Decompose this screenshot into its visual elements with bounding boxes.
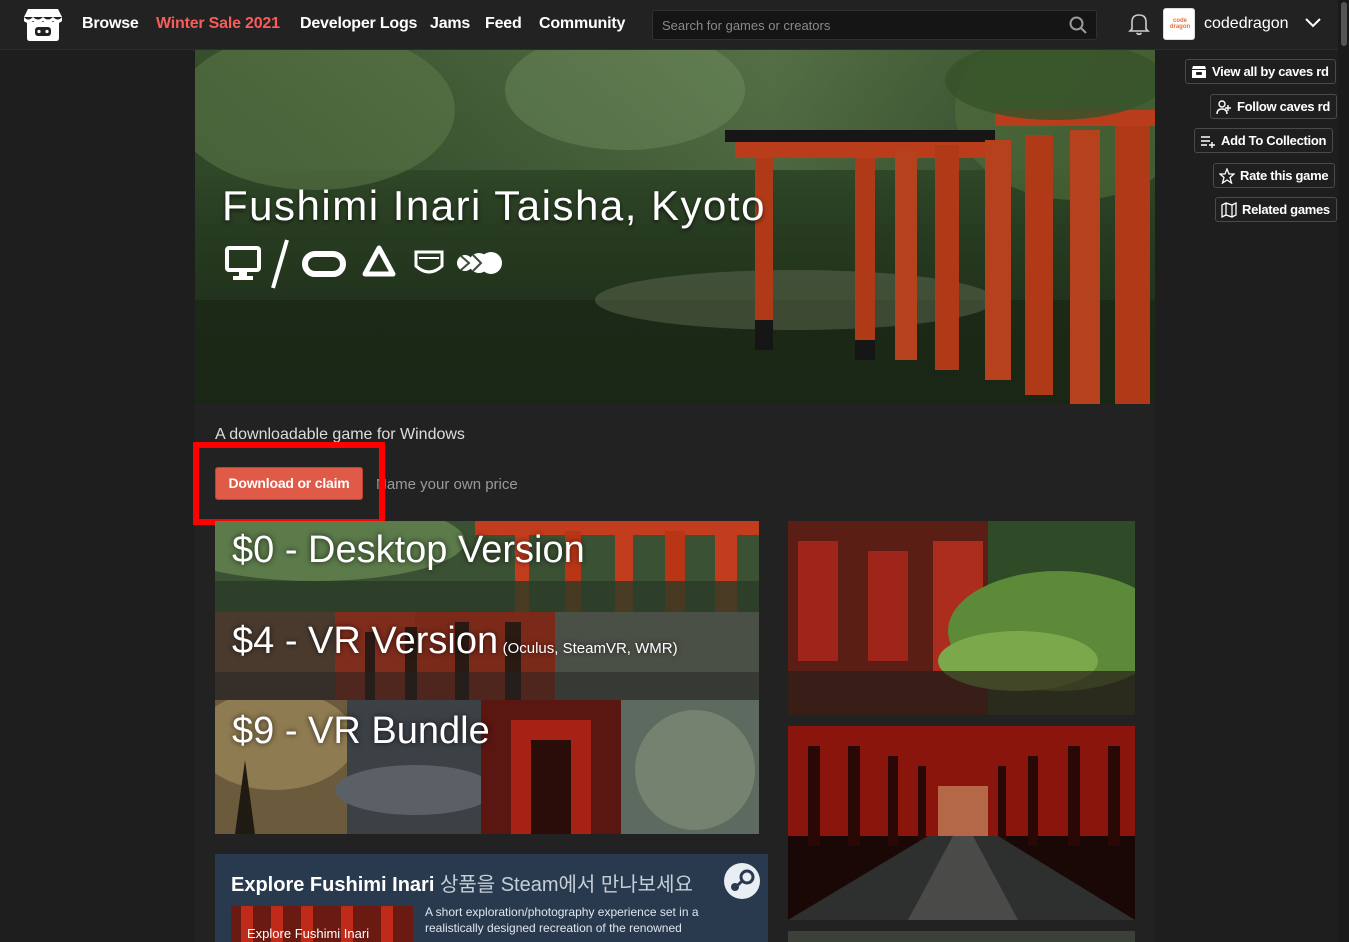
follow-creator-button[interactable]: Follow caves rd — [1210, 94, 1338, 119]
tier-vr-bundle[interactable]: $9 - VR Bundle — [215, 700, 759, 834]
tier-note: (Oculus, SteamVR, WMR) — [502, 640, 678, 657]
star-icon — [1219, 167, 1235, 184]
nav-browse[interactable]: Browse — [82, 15, 139, 33]
price-note: Name your own price — [376, 476, 518, 493]
nav-jams[interactable]: Jams — [430, 15, 470, 33]
action-label: View all by caves rd — [1212, 64, 1329, 79]
search-icon[interactable] — [1068, 15, 1088, 35]
screenshot-3[interactable] — [788, 930, 1135, 942]
nav-developer-logs[interactable]: Developer Logs — [300, 15, 417, 33]
steam-thumbnail-label: Explore Fushimi Inari — [247, 926, 370, 941]
tier-label: $4 - VR Version (Oculus, SteamVR, WMR) — [232, 620, 678, 663]
tier-price: $9 - VR Bundle — [232, 710, 490, 752]
playlist-add-icon — [1201, 135, 1215, 148]
user-plus-icon — [1216, 99, 1231, 114]
scrollbar[interactable] — [1338, 0, 1349, 942]
steam-title-ko: 상품을 Steam에서 만나보세요 — [439, 874, 693, 896]
steam-icon[interactable] — [723, 862, 761, 900]
search-box — [652, 10, 1097, 40]
nav-feed[interactable]: Feed — [485, 15, 522, 33]
username[interactable]: codedragon — [1204, 15, 1289, 33]
rate-game-button[interactable]: Rate this game — [1213, 163, 1336, 188]
tier-price: $4 - VR Version — [232, 620, 499, 662]
tier-vr[interactable]: $4 - VR Version (Oculus, SteamVR, WMR) — [215, 612, 759, 700]
steam-widget[interactable]: Explore Fushimi Inari 상품을 Steam에서 만나보세요 … — [215, 854, 768, 942]
map-icon — [1221, 201, 1237, 218]
top-navigation: Browse Winter Sale 2021 Developer Logs J… — [0, 0, 1349, 50]
avatar-text: code dragon — [1169, 18, 1191, 30]
action-label: Related games — [1242, 202, 1330, 217]
nav-community[interactable]: Community — [539, 15, 625, 33]
view-all-by-creator-button[interactable]: View all by caves rd — [1185, 59, 1336, 84]
screenshot-image — [788, 521, 1135, 715]
steam-thumbnail[interactable]: Explore Fushimi Inari — [231, 906, 413, 942]
bell-icon[interactable] — [1128, 12, 1150, 36]
game-title: Fushimi Inari Taisha, Kyoto — [222, 182, 766, 229]
tier-label: $9 - VR Bundle — [232, 710, 490, 753]
platform-icons — [225, 239, 502, 289]
action-label: Follow caves rd — [1237, 99, 1331, 114]
nav-winter-sale[interactable]: Winter Sale 2021 — [156, 15, 280, 33]
oculus-rift-icon — [362, 245, 396, 277]
scrollbar-thumb[interactable] — [1341, 2, 1347, 46]
wmr-icon — [414, 250, 444, 274]
steam-title-en: Explore Fushimi Inari — [231, 874, 435, 896]
itchio-logo-icon[interactable] — [23, 7, 63, 43]
avatar[interactable]: code dragon — [1163, 8, 1195, 40]
action-label: Add To Collection — [1221, 133, 1327, 148]
screenshot-1[interactable] — [788, 521, 1135, 715]
itchio-store-icon — [1192, 65, 1206, 78]
desktop-icon — [225, 246, 261, 280]
download-or-claim-button[interactable]: Download or claim — [215, 467, 363, 500]
related-games-button[interactable]: Related games — [1215, 197, 1337, 222]
screenshot-image — [788, 931, 1135, 942]
add-to-collection-button[interactable]: Add To Collection — [1194, 128, 1334, 153]
action-label: Rate this game — [1240, 168, 1329, 183]
chevron-down-icon[interactable] — [1304, 14, 1322, 32]
screenshot-image — [788, 726, 1135, 920]
tier-label: $0 - Desktop Version — [232, 529, 585, 572]
steam-widget-title: Explore Fushimi Inari 상품을 Steam에서 만나보세요 — [231, 868, 693, 897]
oculus-icon — [302, 251, 346, 277]
steam-description: A short exploration/photography experien… — [425, 905, 699, 935]
screenshot-2[interactable] — [788, 726, 1135, 920]
tier-desktop[interactable]: $0 - Desktop Version — [215, 521, 759, 612]
vive-icon — [457, 252, 502, 274]
tier-price: $0 - Desktop Version — [232, 529, 585, 571]
search-input[interactable] — [653, 11, 1058, 39]
divider — [271, 239, 289, 289]
game-banner: Fushimi Inari Taisha, Kyoto — [195, 50, 1155, 404]
